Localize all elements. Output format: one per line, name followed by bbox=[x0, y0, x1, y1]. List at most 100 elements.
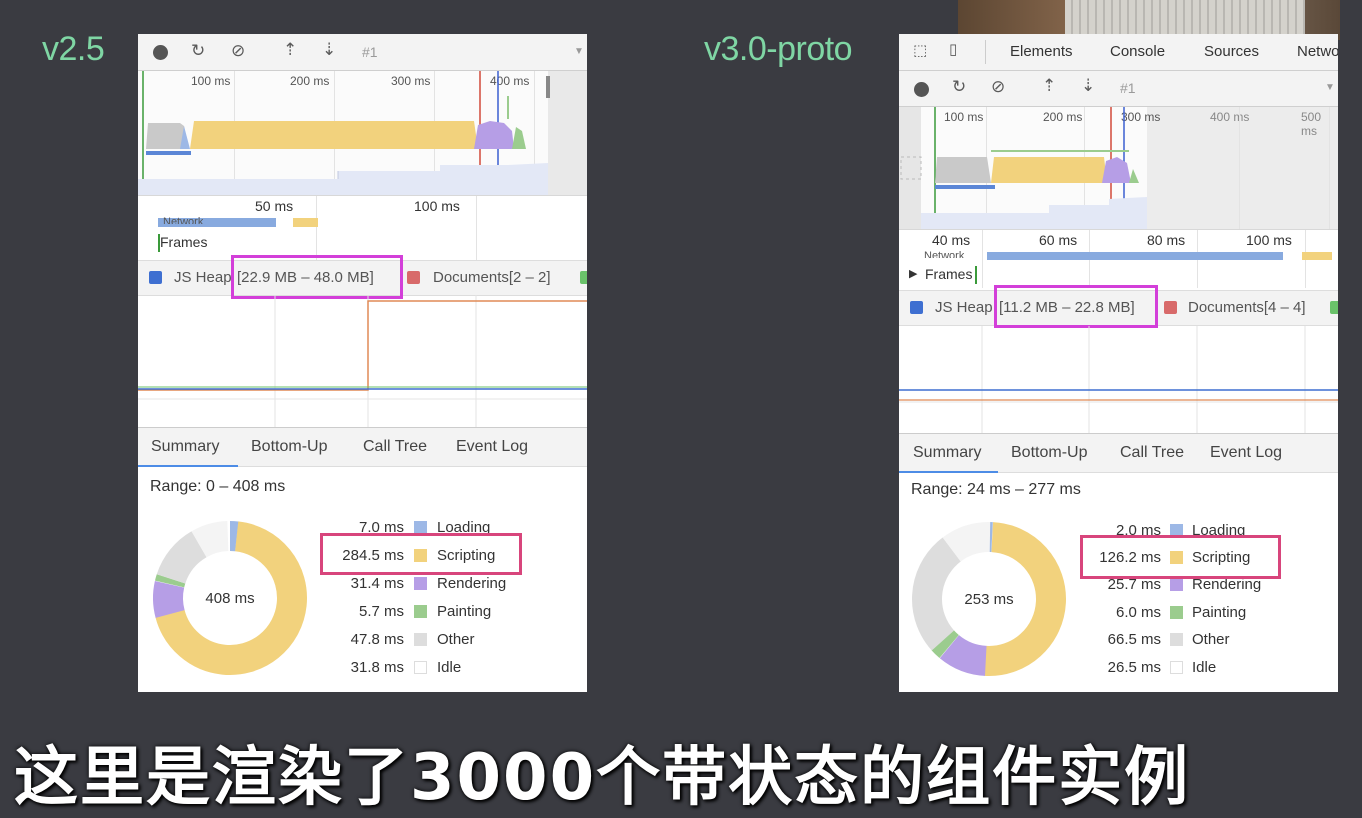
tab-event-log[interactable]: Event Log bbox=[456, 438, 528, 456]
left-memory-graph bbox=[138, 295, 587, 427]
legend-swatch-idle bbox=[1170, 661, 1183, 674]
left-timeline-overview[interactable]: 100 ms 200 ms 300 ms 400 ms bbox=[138, 71, 587, 196]
right-memory-graph bbox=[899, 326, 1338, 434]
legend-label: Painting bbox=[437, 603, 492, 620]
tab-event-log[interactable]: Event Log bbox=[1210, 444, 1282, 462]
tab-call-tree[interactable]: Call Tree bbox=[1120, 444, 1184, 462]
left-flame-area[interactable]: 50 ms 100 ms Network Frames bbox=[138, 196, 587, 260]
legend-label: Idle bbox=[437, 659, 462, 676]
nodes-checkbox[interactable] bbox=[1330, 301, 1338, 314]
devtools-tab-bar: ⬚ ▯ Elements Console Sources Network bbox=[899, 34, 1338, 71]
network-track-label: Network bbox=[924, 250, 965, 258]
tab-summary[interactable]: Summary bbox=[913, 444, 981, 462]
tab-bottom-up[interactable]: Bottom-Up bbox=[1011, 444, 1087, 462]
documents-checkbox[interactable] bbox=[1164, 301, 1177, 314]
legend-swatch-idle bbox=[414, 661, 427, 674]
clear-icon[interactable]: ⊘ bbox=[231, 43, 245, 60]
right-devtools-panel: ⬚ ▯ Elements Console Sources Network ↻ ⊘… bbox=[899, 34, 1338, 692]
scripting-highlight-box bbox=[320, 533, 522, 575]
left-version-label: v2.5 bbox=[42, 30, 105, 68]
upload-icon[interactable]: ⇡ bbox=[1042, 78, 1056, 95]
expand-arrow-icon[interactable]: ▶ bbox=[909, 267, 917, 280]
profile-select[interactable]: #1 bbox=[362, 44, 378, 60]
device-mode-icon[interactable]: ▯ bbox=[949, 42, 957, 57]
summary-range: Range: 24 ms – 277 ms bbox=[911, 481, 1081, 498]
legend-label: Other bbox=[437, 631, 475, 648]
frames-track-label: Frames bbox=[160, 234, 208, 250]
inspect-element-icon[interactable]: ⬚ bbox=[913, 43, 927, 58]
tab-network[interactable]: Network bbox=[1297, 43, 1338, 60]
right-timeline-overview[interactable]: 100 ms 200 ms 300 ms 400 ms 500 ms bbox=[899, 107, 1338, 230]
tab-bottom-up[interactable]: Bottom-Up bbox=[251, 438, 327, 456]
right-flame-area[interactable]: 40 ms 60 ms 80 ms 100 ms Network ▶ Frame… bbox=[899, 230, 1338, 288]
download-icon[interactable]: ⇣ bbox=[322, 42, 336, 59]
overview-activity-graph bbox=[899, 107, 1147, 229]
chevron-down-icon[interactable]: ▼ bbox=[574, 46, 584, 57]
upload-icon[interactable]: ⇡ bbox=[283, 42, 297, 59]
overview-activity-graph bbox=[138, 71, 587, 195]
network-bar bbox=[1302, 252, 1332, 260]
left-timeline-toolbar: ↻ ⊘ ⇡ ⇣ #1 ▼ bbox=[138, 34, 587, 71]
detail-tick: 100 ms bbox=[1246, 232, 1292, 248]
detail-tick: 50 ms bbox=[255, 198, 294, 214]
legend-label: Idle bbox=[1192, 659, 1217, 676]
reload-icon[interactable]: ↻ bbox=[191, 43, 205, 60]
js-heap-checkbox[interactable] bbox=[910, 301, 923, 314]
legend-value: 5.7 ms bbox=[358, 603, 404, 620]
clear-icon[interactable]: ⊘ bbox=[991, 79, 1005, 96]
detail-tick: 100 ms bbox=[414, 198, 460, 214]
reload-icon[interactable]: ↻ bbox=[952, 79, 966, 96]
tab-console[interactable]: Console bbox=[1110, 43, 1165, 60]
record-icon[interactable] bbox=[153, 45, 168, 60]
network-track-label: Network bbox=[163, 216, 204, 224]
video-subtitle: 这里是渲染了3000个带状态的组件实例 bbox=[14, 741, 1191, 815]
right-version-label: v3.0-proto bbox=[704, 30, 853, 68]
summary-range: Range: 0 – 408 ms bbox=[150, 478, 286, 495]
legend-swatch-rendering bbox=[414, 577, 427, 590]
documents-checkbox[interactable] bbox=[407, 271, 420, 284]
download-icon[interactable]: ⇣ bbox=[1081, 78, 1095, 95]
js-heap-label: JS Heap bbox=[174, 269, 232, 286]
documents-counter: Documents[2 – 2] bbox=[433, 269, 551, 286]
summary-total: 253 ms bbox=[964, 591, 1014, 608]
legend-swatch-rendering bbox=[1170, 578, 1183, 591]
frames-track-label: Frames bbox=[925, 266, 973, 282]
chevron-down-icon[interactable]: ▼ bbox=[1325, 82, 1335, 93]
js-heap-label: JS Heap bbox=[935, 299, 993, 316]
legend-value: 6.0 ms bbox=[1115, 604, 1161, 621]
legend-swatch-painting bbox=[1170, 606, 1183, 619]
detail-tick: 80 ms bbox=[1147, 232, 1186, 248]
record-icon[interactable] bbox=[914, 82, 929, 97]
nodes-checkbox[interactable] bbox=[580, 271, 587, 284]
scripting-highlight-box bbox=[1080, 535, 1281, 579]
legend-swatch-other bbox=[1170, 633, 1183, 646]
legend-value: 31.4 ms bbox=[350, 575, 404, 592]
right-detail-tabs: Summary Bottom-Up Call Tree Event Log bbox=[899, 433, 1338, 473]
legend-label: Painting bbox=[1192, 604, 1247, 621]
summary-total: 408 ms bbox=[205, 590, 255, 607]
legend-value: 26.5 ms bbox=[1107, 659, 1161, 676]
left-detail-tabs: Summary Bottom-Up Call Tree Event Log bbox=[138, 427, 587, 467]
detail-tick: 40 ms bbox=[932, 232, 971, 248]
right-timeline-toolbar: ↻ ⊘ ⇡ ⇣ #1 ▼ bbox=[899, 71, 1338, 107]
js-heap-checkbox[interactable] bbox=[149, 271, 162, 284]
documents-counter: Documents[4 – 4] bbox=[1188, 299, 1306, 316]
legend-label: Rendering bbox=[437, 575, 507, 592]
legend-swatch-painting bbox=[414, 605, 427, 618]
tab-sources[interactable]: Sources bbox=[1204, 43, 1259, 60]
tab-summary[interactable]: Summary bbox=[151, 438, 219, 456]
legend-value: 47.8 ms bbox=[350, 631, 404, 648]
legend-label: Other bbox=[1192, 631, 1230, 648]
profile-select[interactable]: #1 bbox=[1120, 80, 1136, 96]
legend-value: 66.5 ms bbox=[1107, 631, 1161, 648]
tab-elements[interactable]: Elements bbox=[1010, 43, 1073, 60]
legend-swatch-other bbox=[414, 633, 427, 646]
tab-call-tree[interactable]: Call Tree bbox=[363, 438, 427, 456]
left-devtools-panel: ↻ ⊘ ⇡ ⇣ #1 ▼ 100 ms 200 ms 300 ms 400 ms bbox=[138, 34, 587, 692]
heap-highlight-box bbox=[994, 285, 1158, 328]
active-tab-indicator bbox=[138, 465, 238, 467]
heap-highlight-box bbox=[231, 255, 403, 299]
active-tab-indicator bbox=[899, 471, 998, 473]
detail-tick: 60 ms bbox=[1039, 232, 1078, 248]
legend-value: 31.8 ms bbox=[350, 659, 404, 676]
